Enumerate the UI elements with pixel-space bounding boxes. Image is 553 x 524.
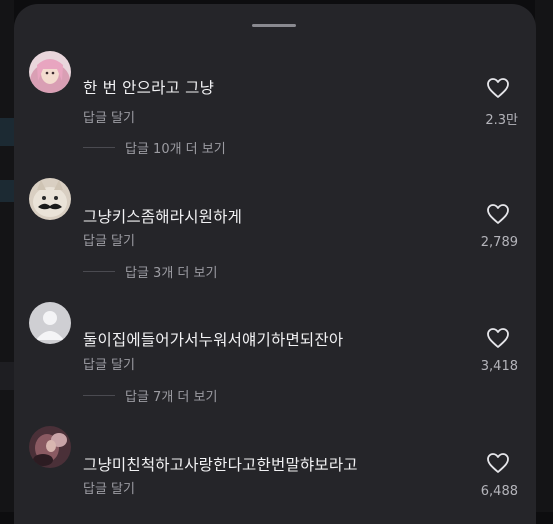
comment-text: 한 번 안으라고 그냥 — [83, 79, 215, 97]
comment-text: 그냥키스좀해라시원하게 — [83, 208, 243, 226]
reply-button[interactable]: 답글 달기 — [83, 478, 135, 497]
reply-button[interactable]: 답글 달기 — [83, 230, 135, 249]
reply-button[interactable]: 답글 달기 — [83, 354, 135, 373]
like-count: 2,789 — [480, 235, 518, 250]
divider-line — [83, 271, 115, 272]
like-count: 2.3만 — [485, 113, 518, 128]
view-replies-button[interactable]: 답글 3개 더 보기 — [83, 262, 217, 281]
background-blur — [0, 362, 14, 390]
background-left-edge — [0, 0, 14, 512]
like-count: 3,418 — [480, 359, 518, 374]
comments-sheet: 한 번 안으라고 그냥 답글 달기 답글 10개 더 보기 2.3만 그냥키스좀… — [14, 4, 536, 524]
background-blur — [0, 180, 14, 202]
background-right-edge — [535, 0, 553, 512]
background-blur — [0, 118, 14, 146]
drag-handle[interactable] — [252, 24, 296, 27]
cat-mustache-avatar[interactable] — [29, 178, 71, 220]
view-replies-button[interactable]: 답글 10개 더 보기 — [83, 138, 226, 157]
comment-text: 그냥미친척하고사랑한다고한번말햐보라고 — [83, 456, 358, 474]
pink-hair-avatar[interactable] — [29, 51, 71, 93]
view-replies-label: 답글 10개 더 보기 — [125, 142, 226, 157]
view-replies-button[interactable]: 답글 7개 더 보기 — [83, 386, 217, 405]
heart-outline-icon[interactable] — [486, 327, 510, 349]
heart-outline-icon[interactable] — [486, 77, 510, 99]
like-count: 6,488 — [480, 484, 518, 499]
reply-button[interactable]: 답글 달기 — [83, 107, 135, 126]
divider-line — [83, 147, 115, 148]
comment-text: 둘이집에들어가서누워서얘기하면되잔아 — [83, 331, 344, 349]
heart-outline-icon[interactable] — [486, 203, 510, 225]
heart-outline-icon[interactable] — [486, 452, 510, 474]
view-replies-label: 답글 3개 더 보기 — [125, 266, 218, 281]
view-replies-label: 답글 7개 더 보기 — [125, 390, 218, 405]
default-user-avatar[interactable] — [29, 302, 71, 344]
divider-line — [83, 395, 115, 396]
photo-avatar[interactable] — [29, 426, 71, 468]
